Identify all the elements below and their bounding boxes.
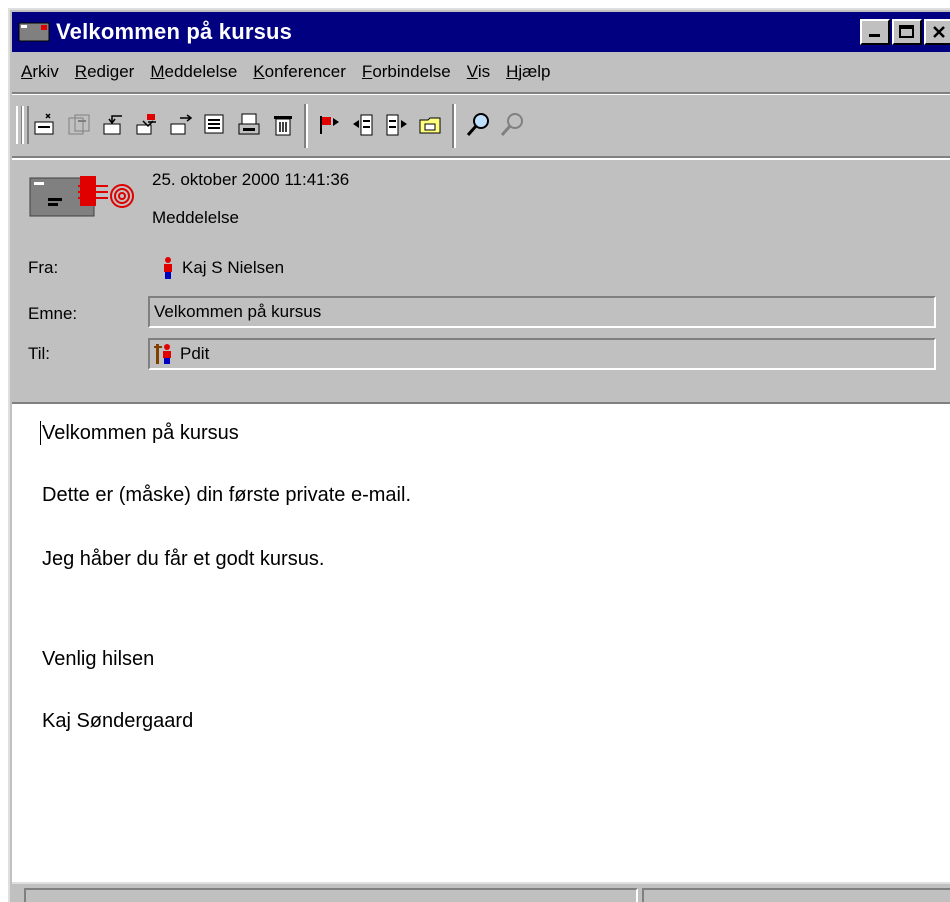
copy-message-icon <box>68 114 90 135</box>
message-list-button[interactable] <box>200 110 230 140</box>
menu-arkiv[interactable]: Arkiv <box>18 60 62 84</box>
menu-bar: Arkiv Rediger Meddelelse Konferencer For… <box>12 54 950 90</box>
menu-vis[interactable]: Vis <box>464 60 493 84</box>
flag-icon <box>320 116 339 134</box>
from-value[interactable]: Kaj S Nielsen <box>162 256 284 280</box>
menu-meddelelse[interactable]: Meddelelse <box>147 60 240 84</box>
print-button[interactable] <box>234 110 264 140</box>
body-line: Kaj Søndergaard <box>42 710 194 732</box>
new-message-icon <box>34 113 54 135</box>
message-body[interactable]: Velkommen på kursus Dette er (måske) din… <box>12 402 950 884</box>
minimize-button[interactable] <box>860 19 890 45</box>
menu-hjaelp[interactable]: Hjælp <box>503 60 553 84</box>
previous-message-button[interactable] <box>348 110 378 140</box>
forward-button[interactable] <box>166 110 196 140</box>
search-gray-icon <box>500 113 523 136</box>
message-type: Meddelelse <box>152 208 239 227</box>
toolbar-separator <box>304 104 308 148</box>
subject-label: Emne: <box>28 304 78 323</box>
menu-konferencer[interactable]: Konferencer <box>250 60 349 84</box>
status-pane-right <box>642 888 950 902</box>
envelope-icon <box>18 20 50 44</box>
title-bar[interactable]: Velkommen på kursus <box>12 12 950 52</box>
person-icon <box>164 257 172 279</box>
body-line: Venlig hilsen <box>42 648 155 670</box>
minimize-icon <box>869 34 880 37</box>
reply-all-icon <box>136 114 156 135</box>
close-button[interactable] <box>924 19 950 45</box>
reply-all-disabled-button[interactable] <box>64 110 94 140</box>
search-button[interactable] <box>464 110 494 140</box>
to-label: Til: <box>28 344 51 363</box>
message-window: Velkommen på kursus Arkiv Rediger Meddel… <box>8 8 950 902</box>
folder-icon <box>419 117 441 134</box>
status-bar <box>12 882 950 902</box>
maximize-button[interactable] <box>892 19 922 45</box>
mail-stamp-icon <box>28 170 138 223</box>
new-message-button[interactable] <box>30 110 60 140</box>
delete-button[interactable] <box>268 110 298 140</box>
status-pane-left <box>24 888 638 902</box>
body-line: Jeg håber du får et godt kursus. <box>42 548 325 570</box>
message-header: 25. oktober 2000 11:41:36 Meddelelse Fra… <box>12 156 950 400</box>
toolbar-separator <box>452 104 456 148</box>
body-line: Dette er (måske) din første private e-ma… <box>42 484 411 506</box>
search-icon <box>466 113 489 136</box>
folder-button[interactable] <box>416 110 446 140</box>
subject-field[interactable]: Velkommen på kursus <box>148 296 936 328</box>
body-line: Velkommen på kursus <box>42 422 239 444</box>
window-title: Velkommen på kursus <box>56 19 293 44</box>
close-icon <box>933 26 945 38</box>
text-caret <box>40 421 41 445</box>
menu-rediger[interactable]: Rediger <box>72 60 138 84</box>
toolbar <box>12 92 950 158</box>
printer-icon <box>238 113 260 135</box>
reply-icon <box>103 115 122 135</box>
maximize-icon <box>899 25 914 38</box>
toolbar-grip[interactable] <box>22 106 29 144</box>
to-field[interactable]: Pdit <box>148 338 936 370</box>
trash-icon <box>274 116 292 136</box>
menu-forbindelse[interactable]: Forbindelse <box>359 60 454 84</box>
next-icon <box>386 114 407 136</box>
from-label: Fra: <box>28 258 59 277</box>
forward-icon <box>170 114 193 135</box>
previous-icon <box>353 114 373 136</box>
flag-button[interactable] <box>314 110 344 140</box>
next-message-button[interactable] <box>382 110 412 140</box>
search-disabled-button[interactable] <box>498 110 528 140</box>
reply-all-button[interactable] <box>132 110 162 140</box>
message-list-icon <box>204 114 224 134</box>
message-date: 25. oktober 2000 11:41:36 <box>152 170 350 189</box>
reply-button[interactable] <box>98 110 128 140</box>
conference-icon <box>154 344 171 364</box>
